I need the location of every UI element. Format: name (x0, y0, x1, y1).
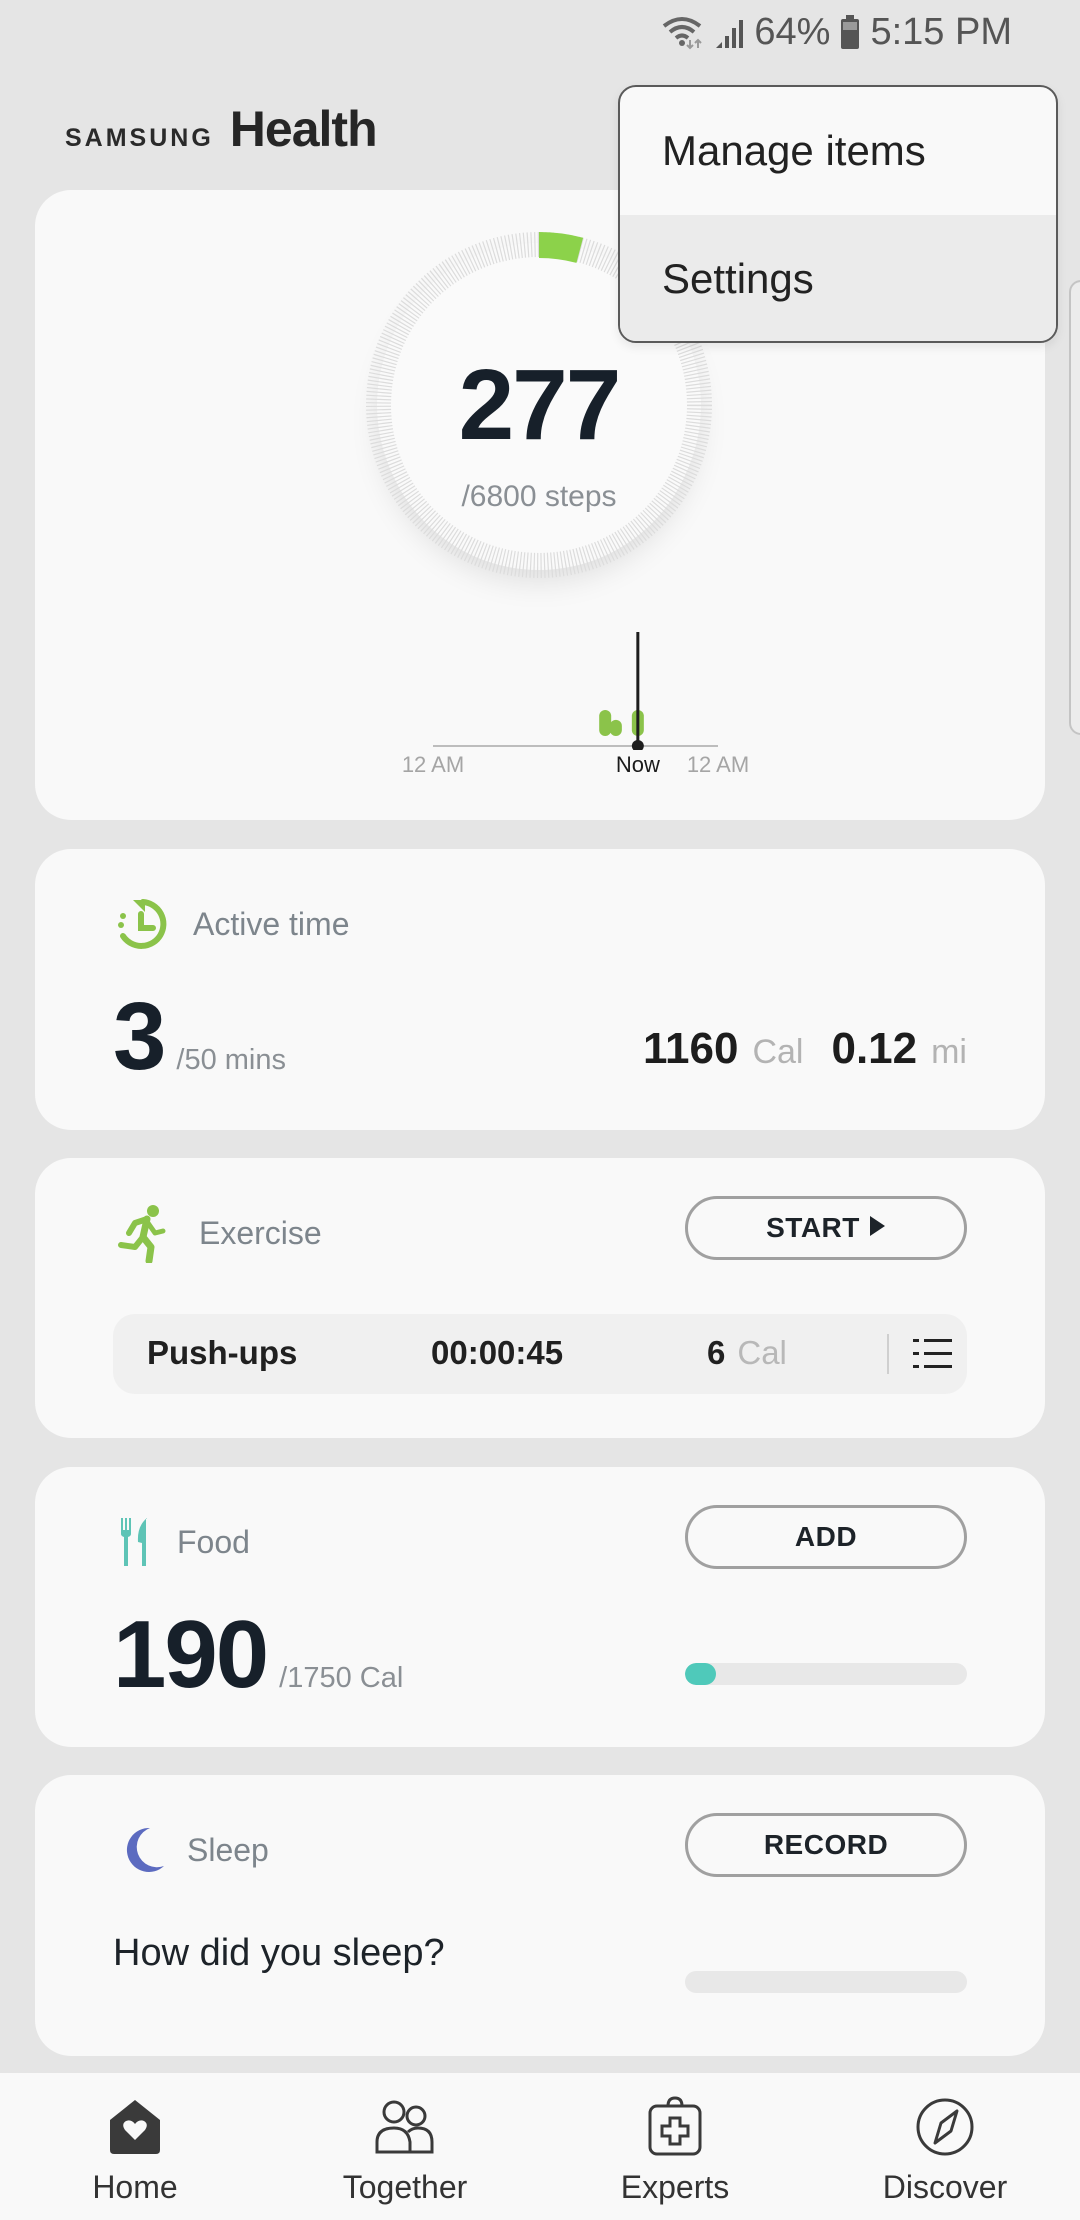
sleep-question: How did you sleep? (113, 1932, 445, 1974)
app-logo: SAMSUNG Health (65, 100, 378, 158)
running-icon (113, 1203, 173, 1263)
food-calories-value: 190 (113, 1601, 269, 1708)
nav-discover[interactable]: Discover (810, 2073, 1080, 2220)
menu-item-manage-items[interactable]: Manage items (620, 87, 1056, 215)
exercise-calories: 6 (707, 1334, 726, 1371)
food-calories-goal: /1750 Cal (279, 1662, 404, 1694)
calories-unit: Cal (752, 1033, 804, 1071)
steps-count: 277 (458, 349, 622, 461)
record-sleep-button[interactable]: RECORD (685, 1813, 967, 1877)
nav-experts[interactable]: Experts (540, 2073, 810, 2220)
home-heart-icon (103, 2095, 167, 2159)
overflow-menu: Manage items Settings (618, 85, 1058, 343)
food-progress-fill (685, 1663, 716, 1685)
exercise-name: Push-ups (147, 1334, 298, 1371)
medical-kit-icon (643, 2095, 707, 2159)
start-exercise-button[interactable]: START (685, 1196, 967, 1260)
timeline-end-label: 12 AM (686, 752, 750, 777)
timeline-bar (599, 710, 612, 736)
record-button-label: RECORD (763, 1829, 889, 1860)
timeline-start-label: 12 AM (401, 752, 465, 777)
add-food-button[interactable]: ADD (685, 1505, 967, 1569)
moon-icon (113, 1820, 173, 1880)
sleep-progress-bar (685, 1971, 967, 1993)
add-button-label: ADD (794, 1521, 858, 1552)
wifi-icon (660, 14, 704, 50)
nav-home[interactable]: Home (0, 2073, 270, 2220)
battery-percent: 64% (754, 10, 831, 53)
nav-experts-label: Experts (620, 2169, 730, 2205)
sleep-card[interactable]: Sleep RECORD How did you sleep? (35, 1775, 1045, 2056)
timeline-bar (609, 719, 622, 736)
nav-together[interactable]: Together (270, 2073, 540, 2220)
signal-icon (714, 14, 744, 50)
exercise-calories-unit: Cal (737, 1334, 787, 1371)
nav-home-label: Home (92, 2169, 178, 2205)
now-marker-dot (631, 740, 644, 752)
clock: 5:15 PM (870, 10, 1012, 53)
calories-value: 1160 (642, 1024, 739, 1073)
steps-goal: /6800 steps (461, 480, 617, 513)
exercise-title: Exercise (199, 1214, 322, 1251)
fork-knife-icon (113, 1512, 157, 1572)
compass-icon (913, 2095, 977, 2159)
steps-progress-arc (538, 232, 584, 263)
exercise-list-icon[interactable] (903, 1324, 963, 1384)
food-progress-bar (685, 1663, 967, 1685)
distance-unit: mi (931, 1033, 967, 1071)
active-time-goal: /50 mins (176, 1044, 286, 1076)
battery-icon (840, 14, 860, 50)
steps-timeline-chart: 12 AM Now 12 AM (380, 630, 780, 790)
people-icon (373, 2095, 437, 2159)
last-exercise-row[interactable]: Push-ups 00:00:45 6 Cal (113, 1314, 967, 1394)
exercise-card[interactable]: Exercise START Push-ups 00:00:45 6 Cal (35, 1158, 1045, 1438)
start-button-label: START (766, 1212, 860, 1243)
bottom-navigation: Home Together Experts Discover (0, 2073, 1080, 2220)
play-icon (868, 1212, 886, 1244)
active-time-card[interactable]: Active time 3 /50 mins 1160 Cal 0.12 mi (35, 849, 1045, 1130)
food-card[interactable]: Food ADD 190 /1750 Cal (35, 1467, 1045, 1747)
distance-value: 0.12 (831, 1024, 918, 1073)
sleep-title: Sleep (187, 1831, 269, 1868)
edge-panel-handle[interactable] (1069, 280, 1080, 735)
exercise-duration: 00:00:45 (431, 1334, 564, 1371)
logo-brand: SAMSUNG (65, 124, 214, 152)
logo-app-name: Health (229, 101, 378, 157)
menu-item-settings[interactable]: Settings (620, 215, 1056, 341)
active-time-icon (113, 894, 173, 954)
nav-together-label: Together (342, 2169, 468, 2205)
active-time-title: Active time (193, 905, 350, 942)
food-title: Food (177, 1523, 250, 1560)
active-time-value: 3 (113, 983, 166, 1090)
status-bar: 64% 5:15 PM (0, 0, 1080, 62)
nav-discover-label: Discover (882, 2169, 1008, 2205)
timeline-now-label: Now (615, 752, 660, 777)
divider (887, 1334, 889, 1374)
